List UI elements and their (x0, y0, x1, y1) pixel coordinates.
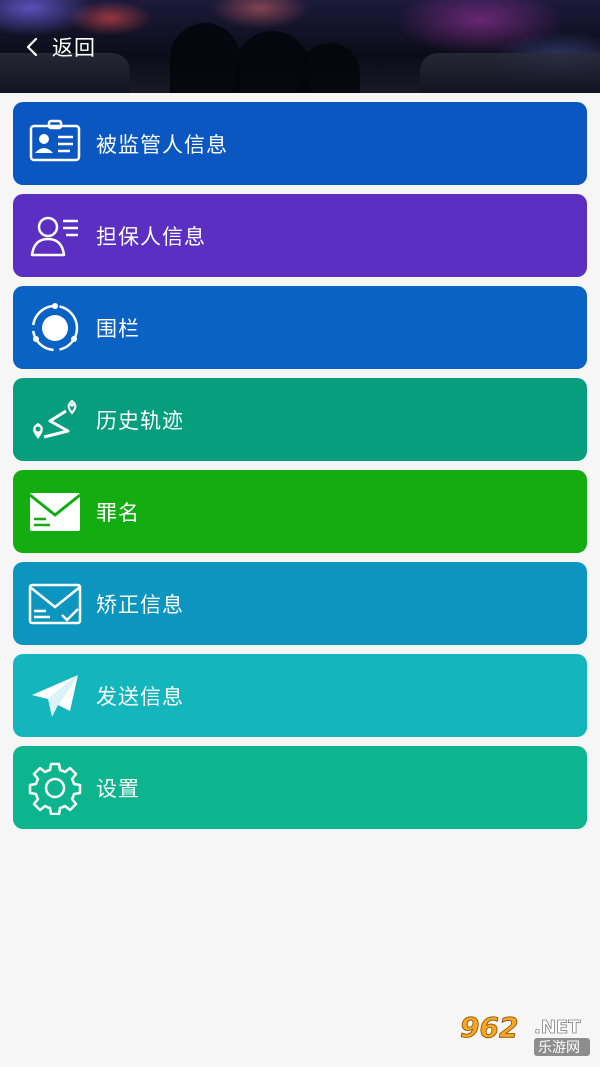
menu-item-guarantor-info[interactable]: 担保人信息 (13, 194, 587, 277)
chevron-left-icon (26, 37, 38, 57)
watermark-number: 962 (460, 1011, 518, 1044)
menu-item-supervisee-info[interactable]: 被监管人信息 (13, 102, 587, 185)
back-label: 返回 (52, 36, 96, 60)
banner-person-shape (170, 23, 240, 93)
menu-item-label: 罪名 (96, 500, 140, 525)
menu-item-correction-info[interactable]: 矫正信息 (13, 562, 587, 645)
banner-person-shape (300, 43, 360, 93)
menu-item-label: 发送信息 (96, 684, 184, 709)
watermark-cn: 乐游网 (538, 1040, 580, 1056)
guarantor-person-icon (28, 209, 82, 263)
fence-circle-icon (28, 301, 82, 355)
menu-item-fence[interactable]: 围栏 (13, 286, 587, 369)
back-button[interactable]: 返回 (22, 30, 96, 64)
banner-person-shape (235, 31, 310, 93)
correction-envelope-icon (28, 577, 82, 631)
id-card-icon (28, 117, 82, 171)
main-menu: 被监管人信息 担保人信息 围栏 历史轨迹 罪名 矫正信息 发送信息 设置 (13, 102, 587, 829)
track-route-icon (28, 393, 82, 447)
menu-item-settings[interactable]: 设置 (13, 746, 587, 829)
menu-item-label: 围栏 (96, 316, 140, 341)
paper-plane-icon (28, 669, 82, 723)
menu-item-label: 矫正信息 (96, 592, 184, 617)
menu-item-label: 设置 (96, 776, 140, 801)
menu-item-send-message[interactable]: 发送信息 (13, 654, 587, 737)
menu-item-label: 担保人信息 (96, 224, 206, 249)
gear-icon (28, 761, 82, 815)
menu-item-label: 历史轨迹 (96, 408, 184, 433)
envelope-icon (28, 485, 82, 539)
header-banner: 返回 (0, 0, 600, 93)
menu-item-history-track[interactable]: 历史轨迹 (13, 378, 587, 461)
menu-item-charge[interactable]: 罪名 (13, 470, 587, 553)
watermark-logo: 962 .NET 乐游网 (458, 1007, 592, 1059)
menu-item-label: 被监管人信息 (96, 132, 228, 157)
watermark-suffix: .NET (534, 1017, 581, 1038)
banner-car-shape (420, 53, 600, 93)
